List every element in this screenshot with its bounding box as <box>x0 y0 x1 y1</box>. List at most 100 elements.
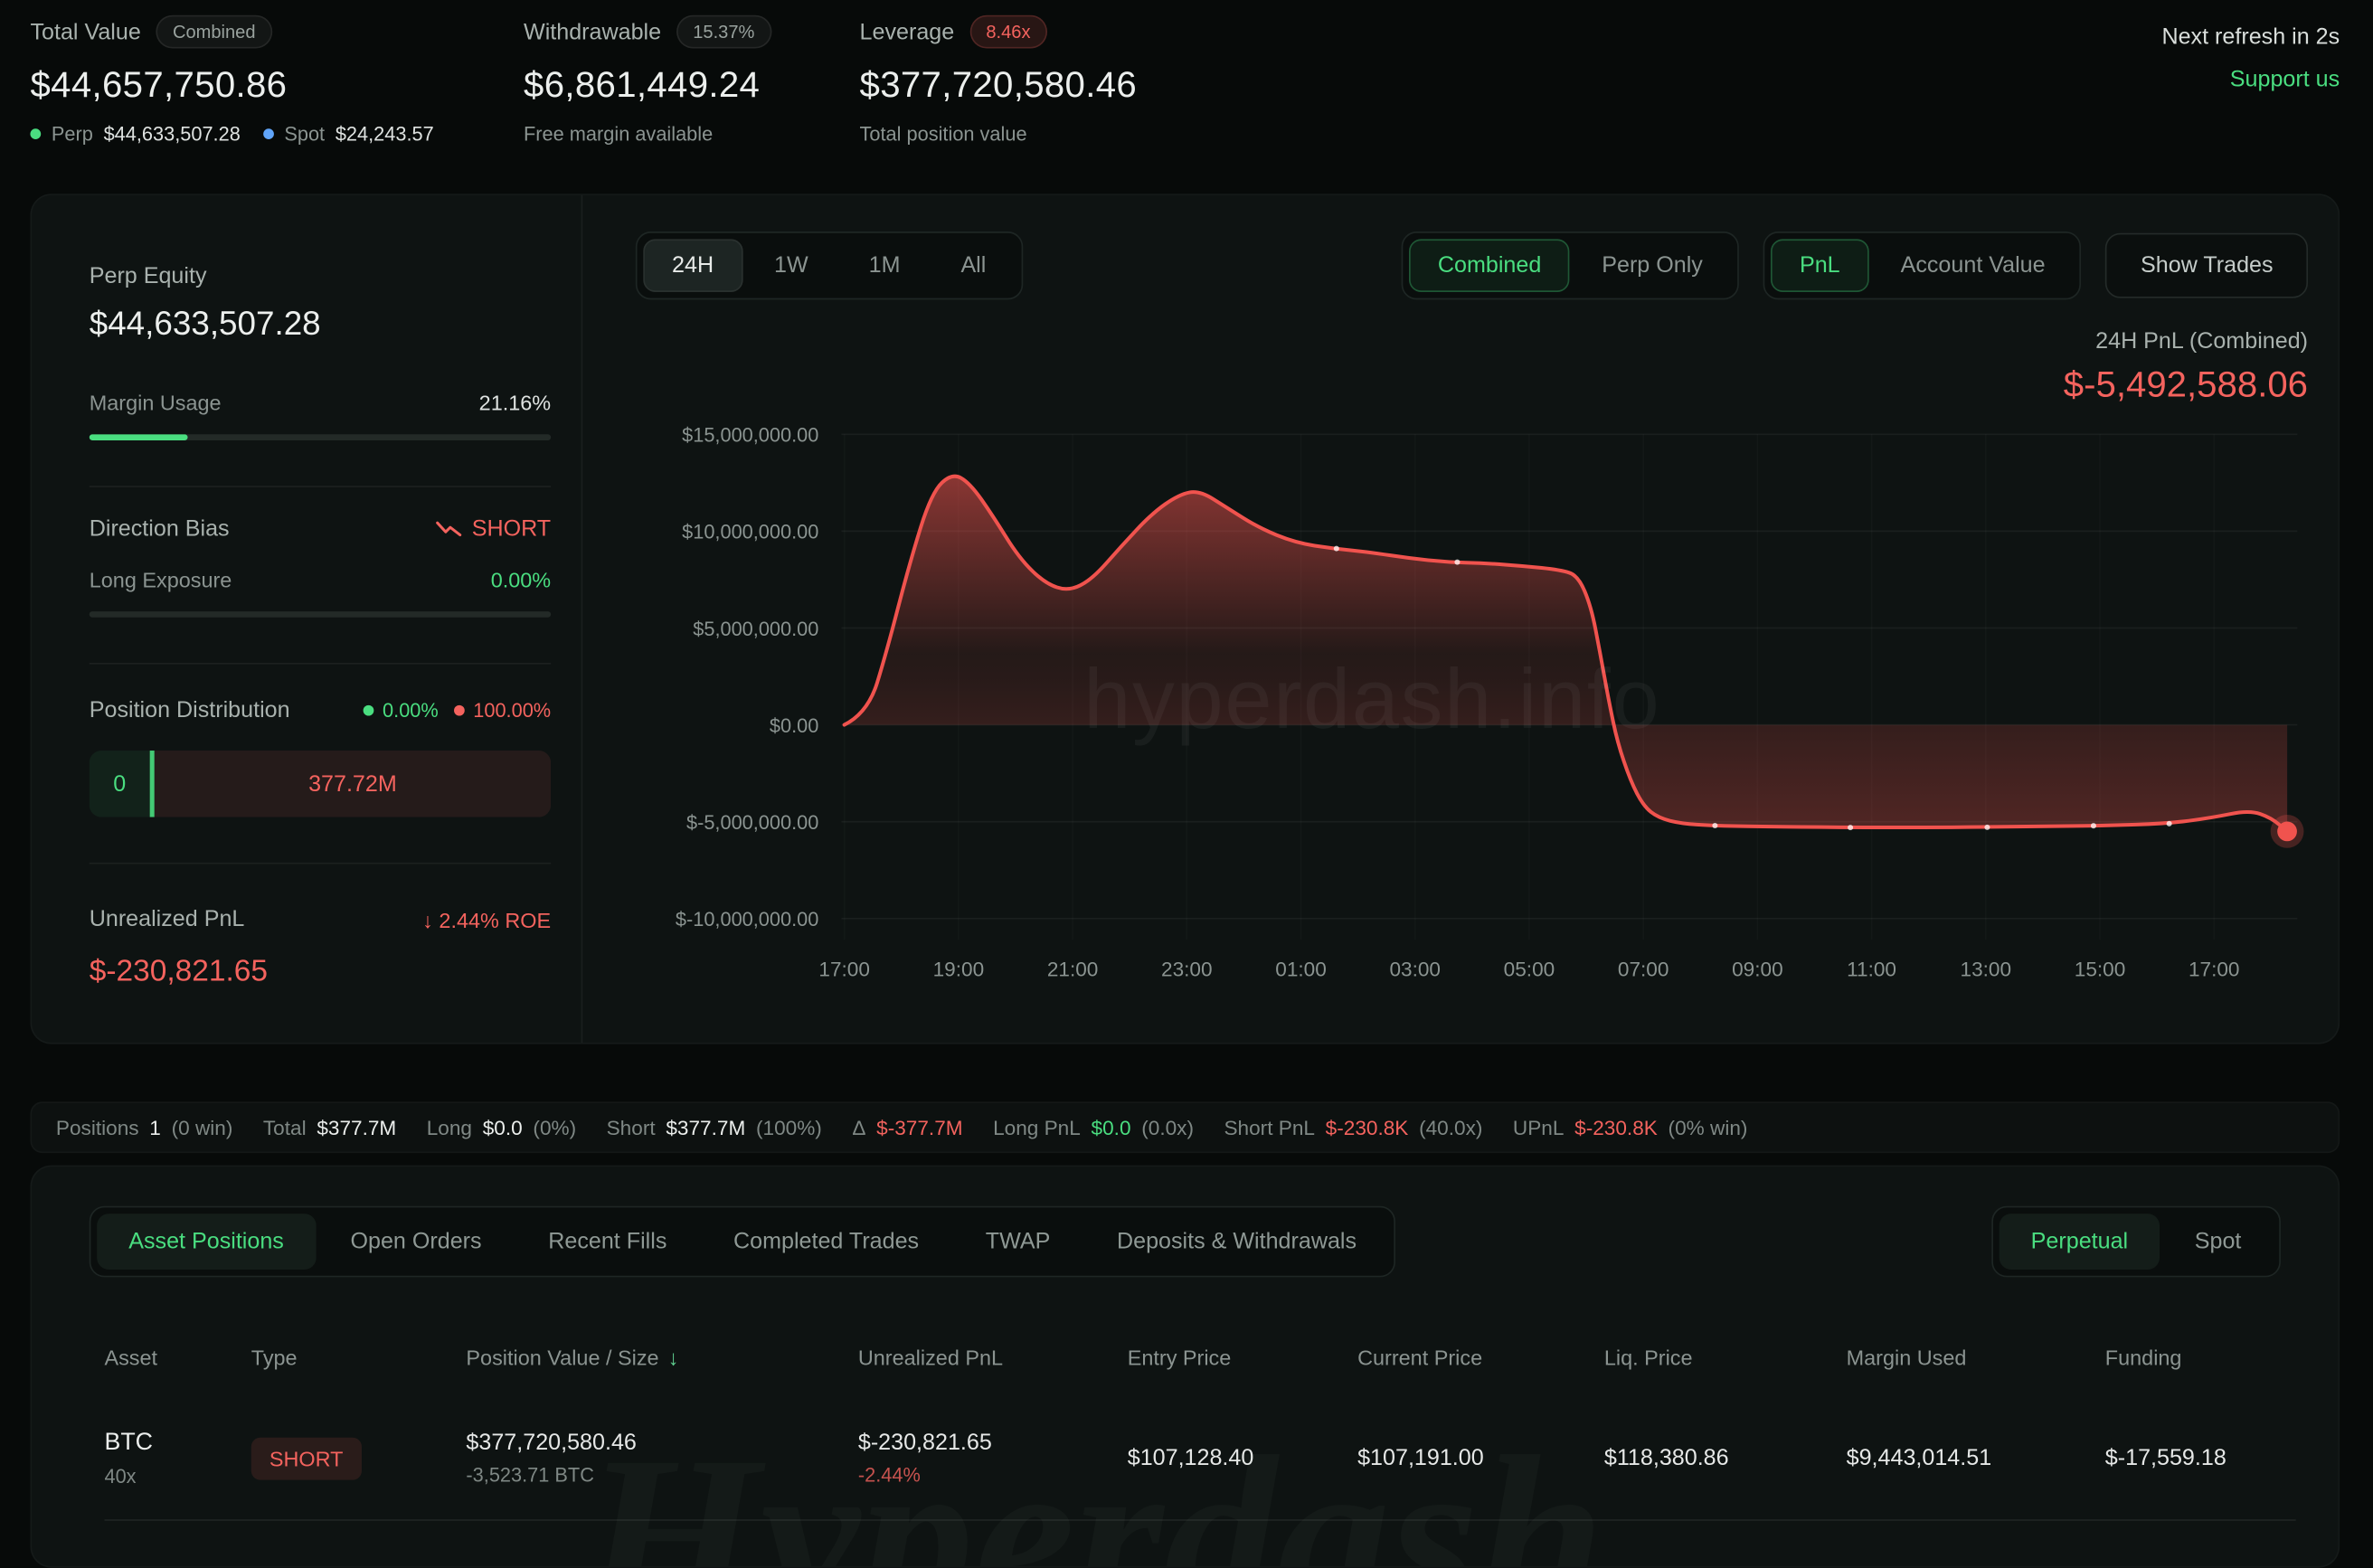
column-header-current-price[interactable]: Current Price <box>1357 1346 1604 1370</box>
column-header-unrealized-pnl[interactable]: Unrealized PnL <box>858 1346 1128 1370</box>
svg-text:$10,000,000.00: $10,000,000.00 <box>682 521 818 543</box>
margin-usage-value: 21.16% <box>479 391 551 415</box>
row-liq-price: $118,380.86 <box>1604 1445 1847 1470</box>
svg-text:$15,000,000.00: $15,000,000.00 <box>682 424 818 447</box>
view-account-value-button[interactable]: Account Value <box>1872 239 2075 292</box>
chart-title: 24H PnL (Combined) <box>2064 328 2308 354</box>
mode-combined-button[interactable]: Combined <box>1409 239 1570 292</box>
perp-equity-label: Perp Equity <box>90 263 551 288</box>
view-pnl-button[interactable]: PnL <box>1771 239 1868 292</box>
tab-asset-positions[interactable]: Asset Positions <box>97 1214 316 1270</box>
asset-leverage: 40x <box>104 1464 251 1487</box>
summary-long-pnl: Long PnL $0.0 (0.0x) <box>993 1116 1194 1138</box>
roe-down-icon: ↓ <box>422 907 433 931</box>
row-unrealized-pnl: $-230,821.65 <box>858 1430 1128 1455</box>
equity-chart-card: Perp Equity $44,633,507.28 Margin Usage … <box>30 194 2340 1044</box>
toggle-spot[interactable]: Spot <box>2163 1214 2274 1270</box>
column-header-funding[interactable]: Funding <box>2105 1346 2296 1370</box>
column-header-type[interactable]: Type <box>251 1346 467 1370</box>
support-us-link[interactable]: Support us <box>2230 67 2340 92</box>
margin-usage-bar <box>90 434 551 440</box>
summary-label: Total <box>263 1116 307 1138</box>
summary-extra: (0 win) <box>172 1116 233 1138</box>
row-current-price: $107,191.00 <box>1357 1445 1604 1470</box>
row-unrealized-pnl-pct: -2.44% <box>858 1463 1128 1486</box>
positions-tab-group: Asset Positions Open Orders Recent Fills… <box>90 1206 1396 1278</box>
show-trades-button[interactable]: Show Trades <box>2106 233 2308 298</box>
direction-bias-value: SHORT <box>472 516 551 542</box>
spot-value: $24,243.57 <box>336 123 434 146</box>
margin-usage-label: Margin Usage <box>90 391 222 415</box>
column-header-label: Position Value / Size <box>466 1346 658 1370</box>
summary-extra: (0.0x) <box>1141 1116 1194 1138</box>
column-header-position-value[interactable]: Position Value / Size ↓ <box>466 1346 857 1370</box>
spot-dot-icon <box>263 128 274 139</box>
column-header-asset[interactable]: Asset <box>104 1346 251 1370</box>
svg-text:$-5,000,000.00: $-5,000,000.00 <box>686 811 818 834</box>
top-bar: Total Value Combined $44,657,750.86 Perp… <box>30 15 2340 166</box>
spot-label: Spot <box>284 123 325 146</box>
svg-text:03:00: 03:00 <box>1389 958 1441 980</box>
range-24h-button[interactable]: 24H <box>643 239 742 292</box>
summary-short: Short $377.7M (100%) <box>607 1116 822 1138</box>
toggle-perpetual[interactable]: Perpetual <box>2000 1214 2160 1270</box>
row-entry-price: $107,128.40 <box>1128 1445 1357 1470</box>
trend-down-icon <box>436 521 461 537</box>
leverage-label: Leverage <box>860 19 955 44</box>
leverage-value: $377,720,580.46 <box>860 65 1138 108</box>
withdrawable-value: $6,861,449.24 <box>524 65 771 108</box>
svg-text:01:00: 01:00 <box>1275 958 1327 980</box>
withdrawable-pct-badge: 15.37% <box>676 15 771 49</box>
unrealized-pnl-label: Unrealized PnL <box>90 906 245 931</box>
tab-completed-trades[interactable]: Completed Trades <box>702 1214 950 1270</box>
range-1w-button[interactable]: 1W <box>745 239 837 292</box>
column-header-entry-price[interactable]: Entry Price <box>1128 1346 1357 1370</box>
summary-extra: (0% win) <box>1669 1116 1748 1138</box>
position-row-btc[interactable]: BTC 40x SHORT $377,720,580.46 -3,523.71 … <box>104 1397 2295 1521</box>
row-margin-used: $9,443,014.51 <box>1847 1445 2105 1470</box>
chart-region: 24H 1W 1M All Combined Perp Only PnL Acc… <box>636 195 2339 1043</box>
summary-upnl: UPnL $-230.8K (0% win) <box>1513 1116 1748 1138</box>
summary-extra: (40.0x) <box>1419 1116 1482 1138</box>
position-size: -3,523.71 BTC <box>466 1463 857 1486</box>
tab-twap[interactable]: TWAP <box>954 1214 1083 1270</box>
margin-usage-fill <box>90 434 187 440</box>
tab-recent-fills[interactable]: Recent Fills <box>516 1214 698 1270</box>
tab-deposits-withdrawals[interactable]: Deposits & Withdrawals <box>1085 1214 1388 1270</box>
equity-sidebar: Perp Equity $44,633,507.28 Margin Usage … <box>32 195 582 1043</box>
perp-equity-value: $44,633,507.28 <box>90 304 551 344</box>
short-dot-icon <box>453 705 464 716</box>
summary-long: Long $0.0 (0%) <box>427 1116 576 1138</box>
summary-positions: Positions 1 (0 win) <box>56 1116 232 1138</box>
position-value: $377,720,580.46 <box>466 1430 857 1455</box>
summary-value: $-230.8K <box>1574 1116 1658 1138</box>
svg-text:19:00: 19:00 <box>933 958 985 980</box>
roe-value: 2.44% ROE <box>439 907 551 931</box>
tab-open-orders[interactable]: Open Orders <box>318 1214 513 1270</box>
summary-label: Short <box>607 1116 656 1138</box>
column-header-margin-used[interactable]: Margin Used <box>1847 1346 2105 1370</box>
mode-perp-only-button[interactable]: Perp Only <box>1573 239 1731 292</box>
perp-label: Perp <box>52 123 93 146</box>
row-funding: $-17,559.18 <box>2105 1445 2296 1470</box>
perp-value: $44,633,507.28 <box>104 123 241 146</box>
svg-text:11:00: 11:00 <box>1847 958 1896 980</box>
summary-total: Total $377.7M <box>263 1116 396 1138</box>
summary-label: UPnL <box>1513 1116 1565 1138</box>
summary-label: Long <box>427 1116 472 1138</box>
range-all-button[interactable]: All <box>932 239 1015 292</box>
svg-text:05:00: 05:00 <box>1504 958 1555 980</box>
column-header-liq-price[interactable]: Liq. Price <box>1604 1346 1847 1370</box>
withdrawable-label: Withdrawable <box>524 19 661 44</box>
summary-label: Long PnL <box>993 1116 1081 1138</box>
long-exposure-label: Long Exposure <box>90 568 232 592</box>
svg-text:09:00: 09:00 <box>1732 958 1783 980</box>
time-range-group: 24H 1W 1M All <box>636 231 1023 299</box>
svg-text:15:00: 15:00 <box>2075 958 2126 980</box>
chart-pnl-value: $-5,492,588.06 <box>2064 364 2308 407</box>
pnl-chart[interactable]: $15,000,000.00$10,000,000.00$5,000,000.0… <box>636 413 2312 988</box>
direction-bias-label: Direction Bias <box>90 516 230 542</box>
perp-dot-icon <box>30 128 41 139</box>
range-1m-button[interactable]: 1M <box>840 239 929 292</box>
withdrawable-sub: Free margin available <box>524 123 713 146</box>
